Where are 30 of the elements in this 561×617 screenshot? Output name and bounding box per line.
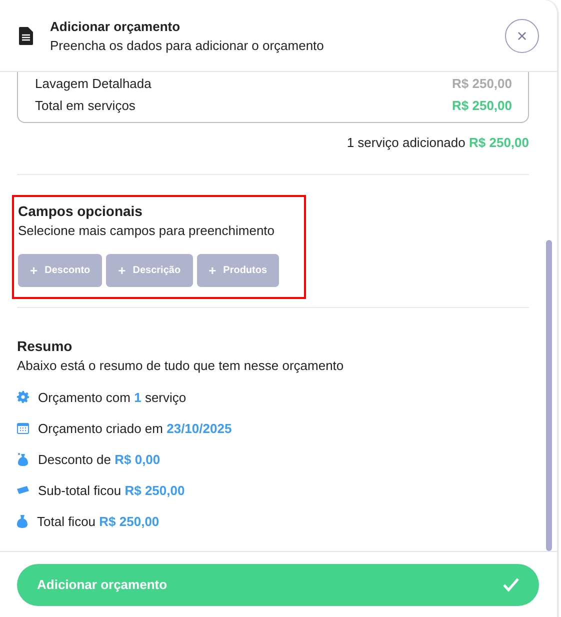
gear-icon [17,391,29,403]
money-bag-icon [17,514,28,528]
section-title: Resumo [17,338,74,354]
summary-item: Orçamento com 1 serviço [38,390,186,404]
service-price: R$ 250,00 [452,76,512,90]
modal-title: Adicionar orçamento [50,18,182,34]
section-subtitle: Abaixo está o resumo de tudo que tem nesse orçamento [17,358,345,373]
summary-item: Desconto de R$ 0,00 [38,452,160,466]
summary-item: Sub-total ficou R$ 250,00 [38,482,185,498]
add-field-button[interactable]: + Desconto [18,254,102,287]
ticket-icon [17,486,29,494]
document-icon [19,26,33,44]
total-label: Total em serviços [35,98,136,112]
money-bag-icon [17,452,29,466]
scrollbar[interactable] [546,240,552,551]
submit-button[interactable]: Adicionar orçamento [17,564,539,606]
close-button[interactable]: × [505,18,539,52]
modal-subtitle: Preencha os dados para adicionar o orçamento [50,38,325,52]
section-title: Campos opcionais [18,203,144,219]
add-field-button[interactable]: + Produtos [196,254,280,287]
service-name: Lavagem Detalhada [35,76,152,90]
add-field-button[interactable]: + Descrição [106,254,193,287]
total-value: R$ 250,00 [452,98,512,112]
calendar-icon [17,422,29,434]
services-total: R$ 250,00 [469,135,529,150]
summary-item: Orçamento criado em 23/10/2025 [38,420,232,436]
services-count: 1 serviço adicionado [346,135,466,150]
checkmark-icon [503,578,519,592]
summary-item: Total ficou R$ 250,00 [37,514,160,528]
section-subtitle: Selecione mais campos para preenchimento [18,223,276,238]
